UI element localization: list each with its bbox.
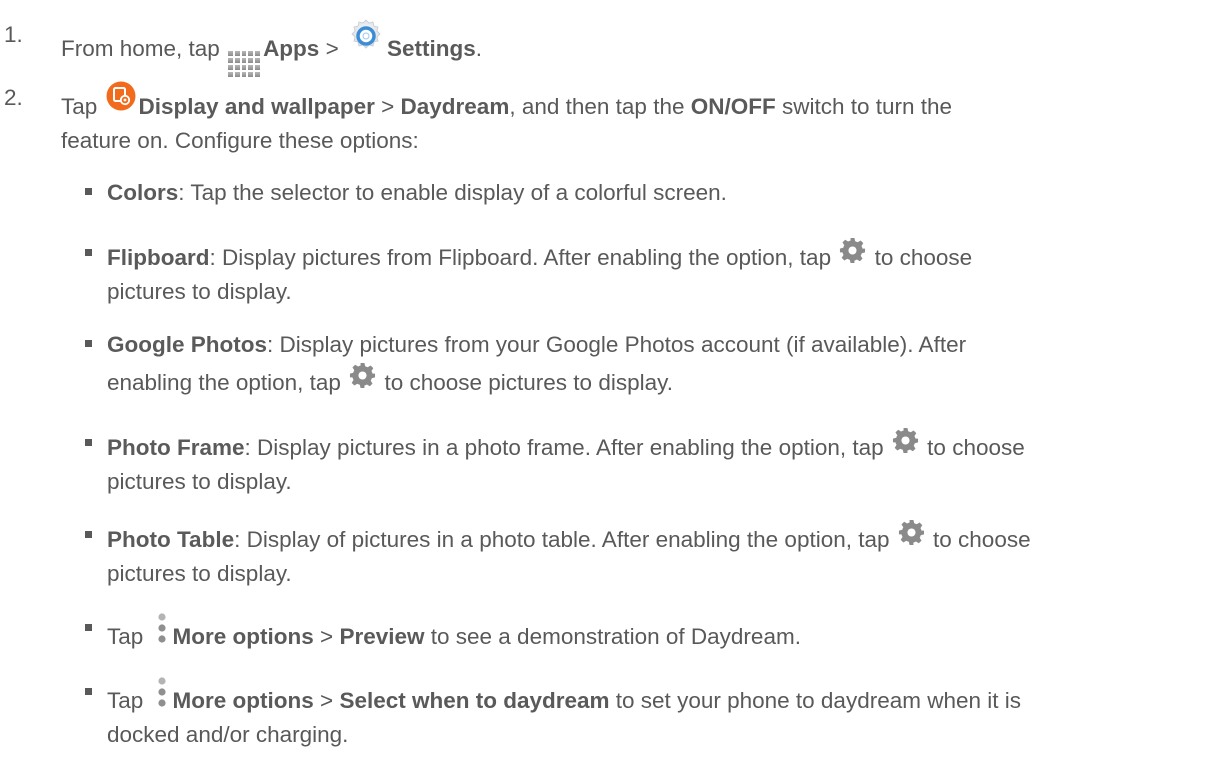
option-term: Colors — [107, 180, 179, 205]
option-term: Flipboard — [107, 245, 210, 270]
step-number: 1. — [4, 22, 23, 47]
instruction-page: 1. From home, tap Apps > Settings. 2. Ta… — [0, 0, 1214, 773]
settings-icon — [351, 19, 381, 49]
step-text: From home, tap Apps > Settings. — [61, 18, 1181, 77]
option-term: Google Photos — [107, 332, 267, 357]
bullet-square — [85, 531, 92, 538]
display-wallpaper-icon — [106, 81, 136, 111]
apps-label: Apps — [263, 36, 320, 61]
gear-icon — [898, 519, 924, 546]
more-options-label: More options — [172, 624, 314, 649]
settings-label: Settings — [386, 36, 476, 61]
daydream-label: Daydream — [400, 94, 510, 119]
step-2-line-2: feature on. Configure these options: — [61, 128, 419, 153]
step-text: Tap Display and wallpaper > Daydream, an… — [61, 81, 1181, 158]
more-options-icon — [157, 613, 166, 643]
option-term: Photo Frame — [107, 435, 245, 460]
bullet-square — [85, 249, 92, 256]
gear-icon — [350, 362, 376, 389]
bullet-square — [85, 688, 92, 695]
bullet-square — [85, 340, 92, 347]
onoff-label: ON/OFF — [690, 94, 776, 119]
more-options-icon — [157, 677, 166, 707]
option-term: Photo Table — [107, 527, 235, 552]
display-wallpaper-label: Display and wallpaper — [138, 94, 375, 119]
bullet-square — [85, 624, 92, 631]
step-number: 2. — [4, 85, 23, 110]
gear-icon — [840, 237, 866, 264]
apps-grid-icon — [228, 51, 261, 77]
select-when-label: Select when to daydream — [339, 688, 610, 713]
gear-icon — [892, 427, 918, 454]
preview-label: Preview — [339, 624, 425, 649]
bullet-square — [85, 188, 92, 195]
more-options-label: More options — [172, 688, 314, 713]
bullet-square — [85, 439, 92, 446]
